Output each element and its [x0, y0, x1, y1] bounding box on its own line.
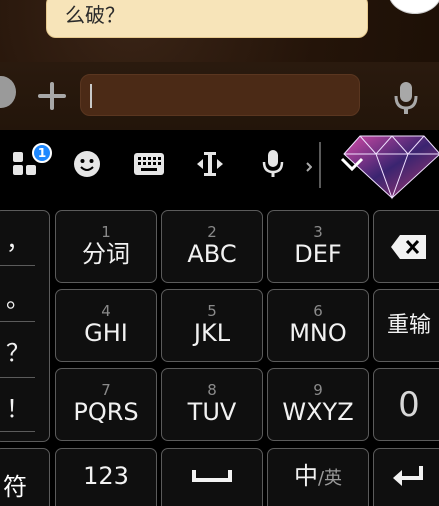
backspace-key[interactable]: [373, 210, 439, 283]
microphone-icon: [394, 82, 418, 114]
key-6[interactable]: 6 MNO: [267, 289, 369, 362]
collapse-keyboard-button[interactable]: [338, 154, 366, 174]
key-3[interactable]: 3 DEF: [267, 210, 369, 283]
message-input[interactable]: [80, 74, 360, 116]
voice-typing-button[interactable]: [256, 147, 290, 181]
reenter-key[interactable]: 重输: [373, 289, 439, 362]
key-7[interactable]: 7 PQRS: [55, 368, 157, 441]
numbers-key[interactable]: 123: [55, 448, 157, 506]
backspace-icon: [391, 234, 426, 259]
key-0[interactable]: 0: [373, 368, 439, 441]
punct-comma-key[interactable]: ，: [1, 221, 35, 256]
text-cursor-arrows-icon: [197, 152, 223, 176]
chevron-down-icon: [340, 157, 364, 172]
enter-arrow-icon: [393, 466, 423, 486]
keyboard-icon: [134, 153, 164, 175]
key-5[interactable]: 5 JKL: [161, 289, 263, 362]
message-text: 么破？: [65, 3, 125, 27]
emoji-panel-button[interactable]: [70, 147, 104, 181]
space-key[interactable]: [161, 448, 263, 506]
punct-question-key[interactable]: ？: [1, 333, 35, 368]
notification-badge: 1: [32, 143, 52, 163]
punct-period-key[interactable]: 。: [1, 279, 35, 314]
plus-button[interactable]: [38, 82, 66, 110]
more-arrow-icon: [306, 158, 313, 172]
punct-exclamation-key[interactable]: ！: [1, 389, 35, 424]
keyboard-switch-button[interactable]: [132, 147, 166, 181]
symbols-key[interactable]: 符: [0, 448, 50, 506]
punctuation-column: ， 。 ？ ！: [0, 210, 50, 442]
enter-key[interactable]: [373, 448, 439, 506]
key-2[interactable]: 2 ABC: [161, 210, 263, 283]
text-cursor: [90, 84, 92, 108]
key-8[interactable]: 8 TUV: [161, 368, 263, 441]
message-bubble[interactable]: 么破？: [46, 0, 368, 38]
voice-input-button[interactable]: [392, 80, 420, 116]
toolbar-divider: [319, 142, 321, 188]
key-4[interactable]: 4 GHI: [55, 289, 157, 362]
space-icon: [192, 470, 232, 482]
smiley-icon: [74, 151, 100, 177]
key-1[interactable]: 1 分词: [55, 210, 157, 283]
cursor-move-button[interactable]: [193, 147, 227, 181]
key-9[interactable]: 9 WXYZ: [267, 368, 369, 441]
language-switch-key[interactable]: 中 /英: [267, 448, 369, 506]
microphone-icon: [262, 150, 284, 177]
